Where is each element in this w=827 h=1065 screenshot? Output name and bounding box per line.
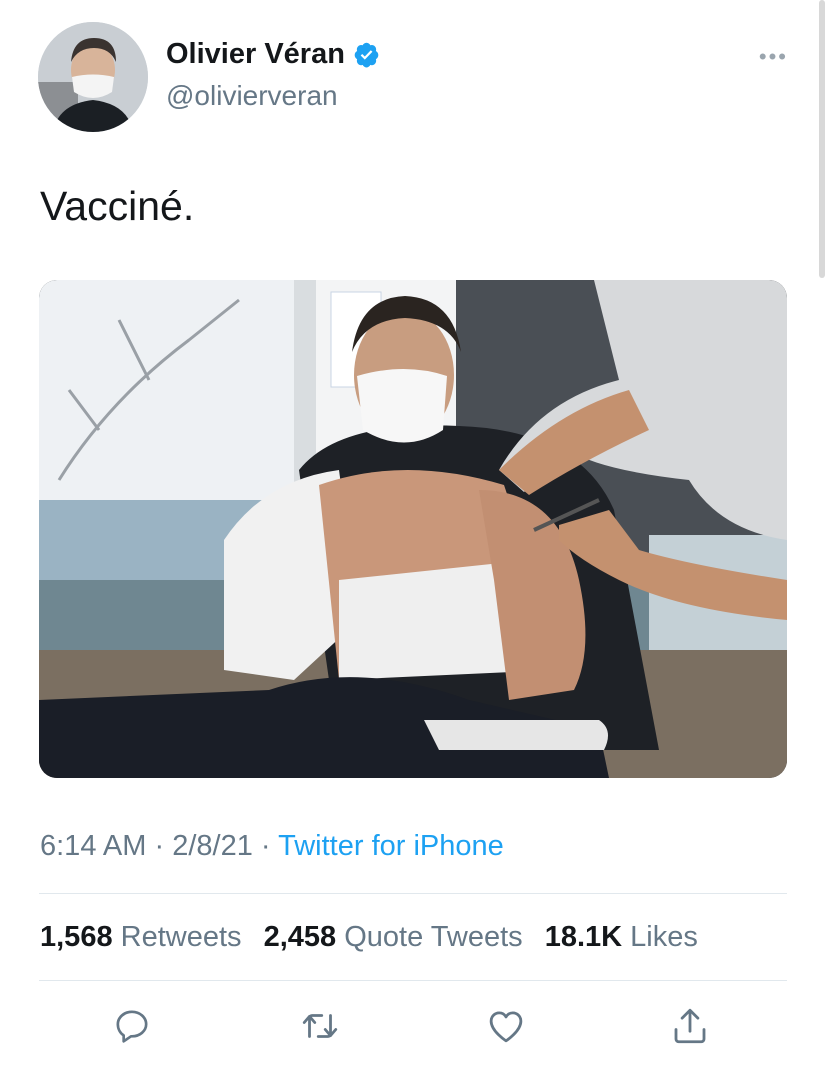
retweet-icon[interactable] — [294, 1000, 346, 1052]
tweet-text: Vacciné. — [40, 183, 195, 229]
quote-tweets-count: 2,458 — [263, 921, 337, 953]
quote-tweets-stat[interactable]: 2,458 Quote Tweets — [264, 921, 523, 953]
tweet-header: Olivier Véran @olivierveran ••• — [38, 22, 788, 132]
divider — [39, 980, 787, 981]
scrollbar[interactable] — [819, 0, 825, 278]
share-icon[interactable] — [664, 1000, 716, 1052]
display-name[interactable]: Olivier Véran — [166, 38, 345, 71]
more-options-icon[interactable]: ••• — [759, 44, 788, 70]
tweet-meta: 6:14 AM · 2/8/21 · Twitter for iPhone — [40, 830, 504, 863]
meta-separator: · — [260, 830, 271, 862]
likes-stat[interactable]: 18.1K Likes — [545, 921, 698, 953]
meta-separator: · — [154, 830, 165, 862]
tweet-date[interactable]: 2/8/21 — [172, 830, 253, 862]
tweet-photo[interactable] — [39, 280, 787, 778]
quote-tweets-label: Quote Tweets — [344, 921, 523, 953]
avatar[interactable] — [38, 22, 148, 132]
likes-count: 18.1K — [544, 921, 623, 953]
avatar-image — [38, 22, 148, 132]
tweet-actions — [0, 1000, 827, 1060]
tweet-source-link[interactable]: Twitter for iPhone — [278, 830, 504, 862]
verified-badge-icon — [353, 41, 380, 68]
name-row: Olivier Véran — [166, 38, 380, 71]
vaccination-photo — [39, 280, 787, 778]
likes-label: Likes — [630, 921, 698, 953]
divider — [39, 893, 787, 894]
reply-icon[interactable] — [106, 1000, 158, 1052]
user-handle[interactable]: @olivierveran — [166, 80, 338, 112]
retweets-label: Retweets — [120, 921, 242, 953]
tweet-stats: 1,568 Retweets 2,458 Quote Tweets 18.1K … — [40, 921, 712, 954]
retweets-stat[interactable]: 1,568 Retweets — [40, 921, 242, 953]
like-icon[interactable] — [480, 1000, 532, 1052]
retweets-count: 1,568 — [40, 921, 113, 953]
tweet-time[interactable]: 6:14 AM — [40, 830, 146, 862]
